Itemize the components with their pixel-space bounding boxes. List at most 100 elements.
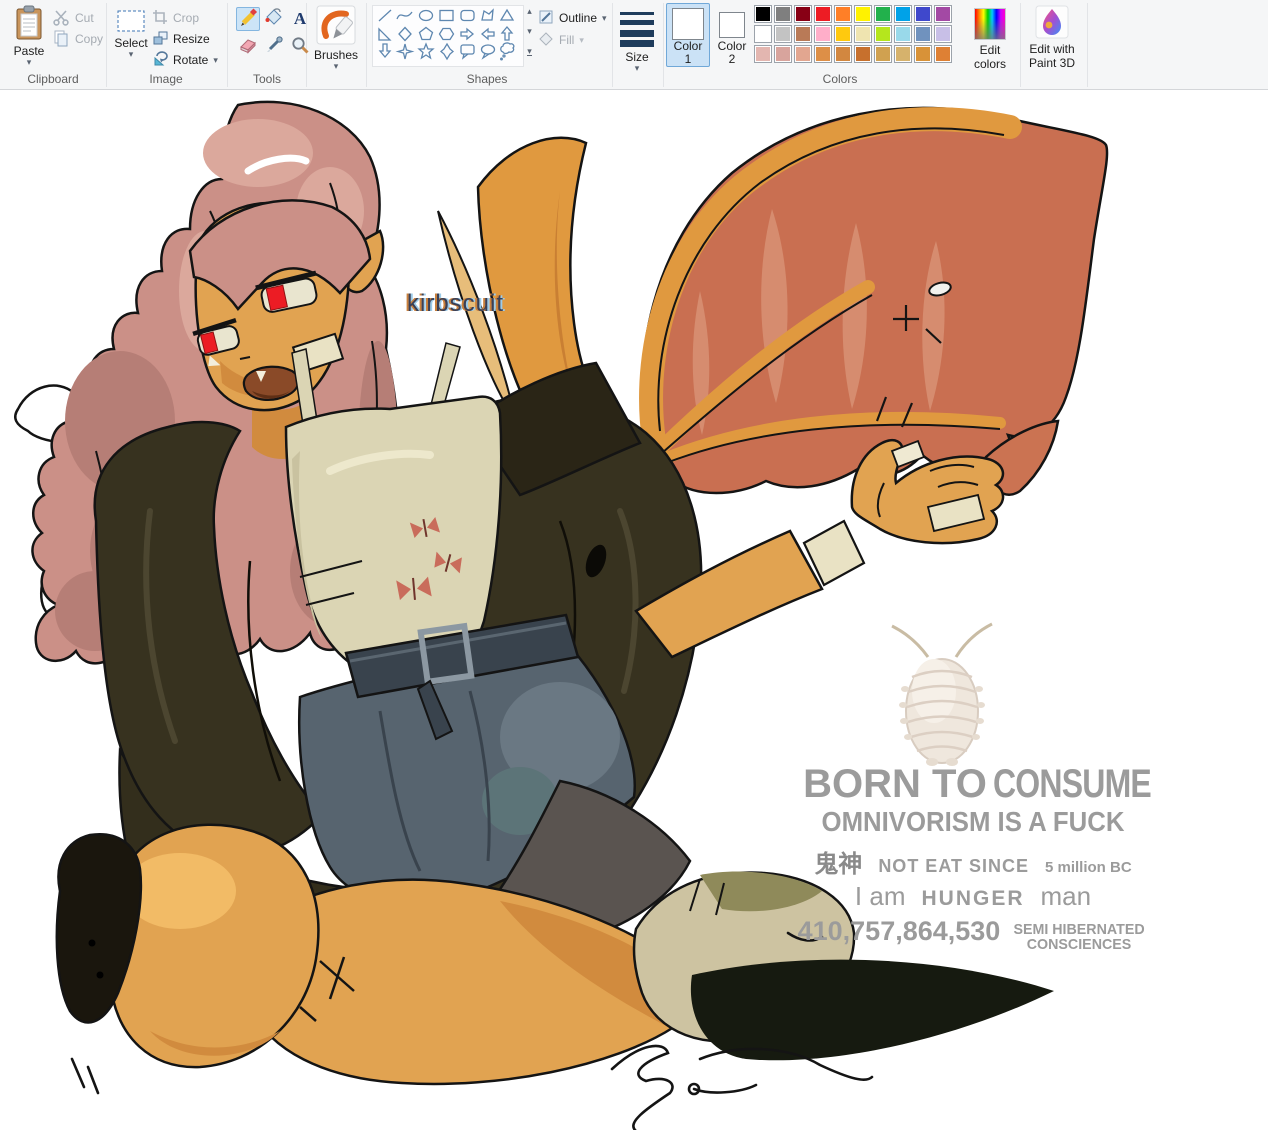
shapes-gallery[interactable] bbox=[372, 5, 524, 67]
ribbon: Paste ▾ Cut Copy Clipboard Select ▾ Crop… bbox=[0, 0, 1268, 90]
clipboard-group-label: Clipboard bbox=[27, 72, 79, 86]
palette-swatch[interactable] bbox=[854, 25, 872, 43]
fill-icon bbox=[538, 31, 554, 50]
palette-swatch[interactable] bbox=[794, 45, 812, 63]
group-divider bbox=[612, 3, 613, 87]
palette-swatch[interactable] bbox=[934, 5, 952, 23]
brushes-button[interactable]: Brushes ▾ bbox=[310, 4, 362, 74]
dropdown-arrow-icon: ▾ bbox=[579, 35, 584, 45]
shapes-scroll-up-button[interactable]: ▴ bbox=[523, 6, 536, 22]
edit-colors-icon bbox=[974, 8, 1006, 40]
drawing-canvas[interactable]: kirbscuit BORN TO CONSUME OMNIVORISM IS … bbox=[0, 91, 1268, 1130]
fill-button[interactable]: Fill ▾ bbox=[538, 30, 598, 50]
palette-swatch[interactable] bbox=[874, 25, 892, 43]
size-label: Size bbox=[625, 50, 649, 64]
palette-swatch[interactable] bbox=[774, 5, 792, 23]
outline-label: Outline bbox=[559, 11, 598, 25]
fill-tool-button[interactable] bbox=[262, 7, 286, 31]
scroll-bottom-icon: ▾ bbox=[527, 46, 532, 56]
text-tool-button[interactable]: A bbox=[288, 7, 312, 31]
palette-swatch[interactable] bbox=[774, 25, 792, 43]
eyedropper-icon bbox=[264, 35, 284, 60]
palette-swatch[interactable] bbox=[894, 5, 912, 23]
palette-swatch[interactable] bbox=[914, 45, 932, 63]
outline-icon bbox=[538, 9, 554, 28]
color1-button[interactable]: Color 1 bbox=[666, 3, 710, 67]
crop-button[interactable]: Crop bbox=[152, 8, 224, 28]
palette-swatch[interactable] bbox=[894, 25, 912, 43]
cast-shadow bbox=[690, 959, 1054, 1061]
palette-swatch[interactable] bbox=[794, 25, 812, 43]
edit-colors-button[interactable]: Edit colors bbox=[962, 4, 1018, 74]
palette-swatch[interactable] bbox=[894, 45, 912, 63]
color2-button[interactable]: Color 2 bbox=[712, 3, 752, 67]
palette-swatch[interactable] bbox=[914, 25, 932, 43]
palette-swatch[interactable] bbox=[834, 45, 852, 63]
select-button[interactable]: Select ▾ bbox=[110, 4, 152, 70]
palette-swatch[interactable] bbox=[834, 5, 852, 23]
ms-paint-window: { "ribbon": { "clipboard": {"label":"Cli… bbox=[0, 0, 1268, 1130]
copy-icon bbox=[52, 29, 70, 50]
palette-swatch[interactable] bbox=[854, 5, 872, 23]
magnifier-tool-button[interactable] bbox=[288, 35, 312, 59]
cut-button[interactable]: Cut bbox=[52, 8, 104, 28]
palette-swatch[interactable] bbox=[854, 45, 872, 63]
paste-label: Paste bbox=[13, 44, 45, 58]
palette-swatch[interactable] bbox=[934, 45, 952, 63]
color-palette bbox=[754, 5, 954, 63]
size-icon bbox=[619, 5, 655, 50]
colors-group-label: Colors bbox=[822, 72, 858, 86]
dropdown-arrow-icon: ▾ bbox=[128, 49, 134, 59]
shapes-scroll-down-button[interactable]: ▾ bbox=[523, 26, 536, 42]
meme-not-eat: NOT EAT SINCE bbox=[878, 856, 1029, 876]
meme-born-to: BORN TO bbox=[803, 762, 987, 806]
color-picker-tool-button[interactable] bbox=[262, 35, 286, 59]
fill-bucket-icon bbox=[264, 7, 284, 32]
palette-swatch[interactable] bbox=[914, 5, 932, 23]
dropdown-arrow-icon: ▾ bbox=[333, 61, 339, 71]
eraser-tool-button[interactable] bbox=[236, 35, 260, 59]
pencil-icon bbox=[238, 7, 258, 32]
image-group-label: Image bbox=[149, 72, 183, 86]
palette-swatch[interactable] bbox=[754, 45, 772, 63]
canvas-artwork bbox=[14, 100, 1109, 1130]
meme-line-3: 鬼神 NOT EAT SINCE 5 million BC bbox=[790, 844, 1156, 879]
palette-swatch[interactable] bbox=[814, 25, 832, 43]
palette-swatch[interactable] bbox=[834, 25, 852, 43]
group-divider bbox=[1020, 3, 1021, 87]
tools-group-label: Tools bbox=[252, 72, 281, 86]
meme-i-am: I am bbox=[854, 881, 906, 911]
group-divider bbox=[663, 3, 664, 87]
dropdown-arrow-icon: ▾ bbox=[26, 57, 32, 67]
pencil-tool-button[interactable] bbox=[236, 7, 260, 31]
dropdown-arrow-icon: ▾ bbox=[634, 63, 640, 73]
crop-label: Crop bbox=[173, 11, 200, 25]
shapes-expand-button[interactable]: ▾ bbox=[523, 46, 536, 62]
meme-hunger: HUNGER bbox=[921, 887, 1025, 910]
color1-swatch bbox=[672, 8, 704, 40]
paint3d-icon bbox=[1035, 5, 1069, 42]
cut-icon bbox=[52, 8, 70, 29]
palette-swatch[interactable] bbox=[874, 45, 892, 63]
palette-swatch[interactable] bbox=[794, 5, 812, 23]
palette-swatch[interactable] bbox=[814, 5, 832, 23]
palette-swatch[interactable] bbox=[754, 5, 772, 23]
palette-swatch[interactable] bbox=[814, 45, 832, 63]
resize-button[interactable]: Resize bbox=[152, 29, 228, 49]
palette-swatch[interactable] bbox=[934, 25, 952, 43]
edit-with-paint3d-button[interactable]: Edit with Paint 3D bbox=[1022, 4, 1082, 78]
palette-swatch[interactable] bbox=[774, 45, 792, 63]
isopod-image bbox=[891, 622, 993, 766]
palette-swatch[interactable] bbox=[874, 5, 892, 23]
artist-signature: kirbscuit bbox=[407, 290, 505, 317]
meme-text-block: BORN TO CONSUME OMNIVORISM IS A FUCK 鬼神 … bbox=[790, 762, 1156, 952]
copy-button[interactable]: Copy bbox=[52, 29, 104, 49]
rotate-button[interactable]: Rotate ▾ bbox=[152, 50, 232, 70]
paste-button[interactable]: Paste ▾ bbox=[6, 4, 52, 70]
fill-label: Fill bbox=[559, 33, 575, 47]
outline-button[interactable]: Outline ▾ bbox=[538, 8, 610, 28]
mouth bbox=[242, 365, 300, 401]
size-button[interactable]: Size ▾ bbox=[615, 4, 659, 74]
paste-icon bbox=[14, 5, 44, 44]
palette-swatch[interactable] bbox=[754, 25, 772, 43]
